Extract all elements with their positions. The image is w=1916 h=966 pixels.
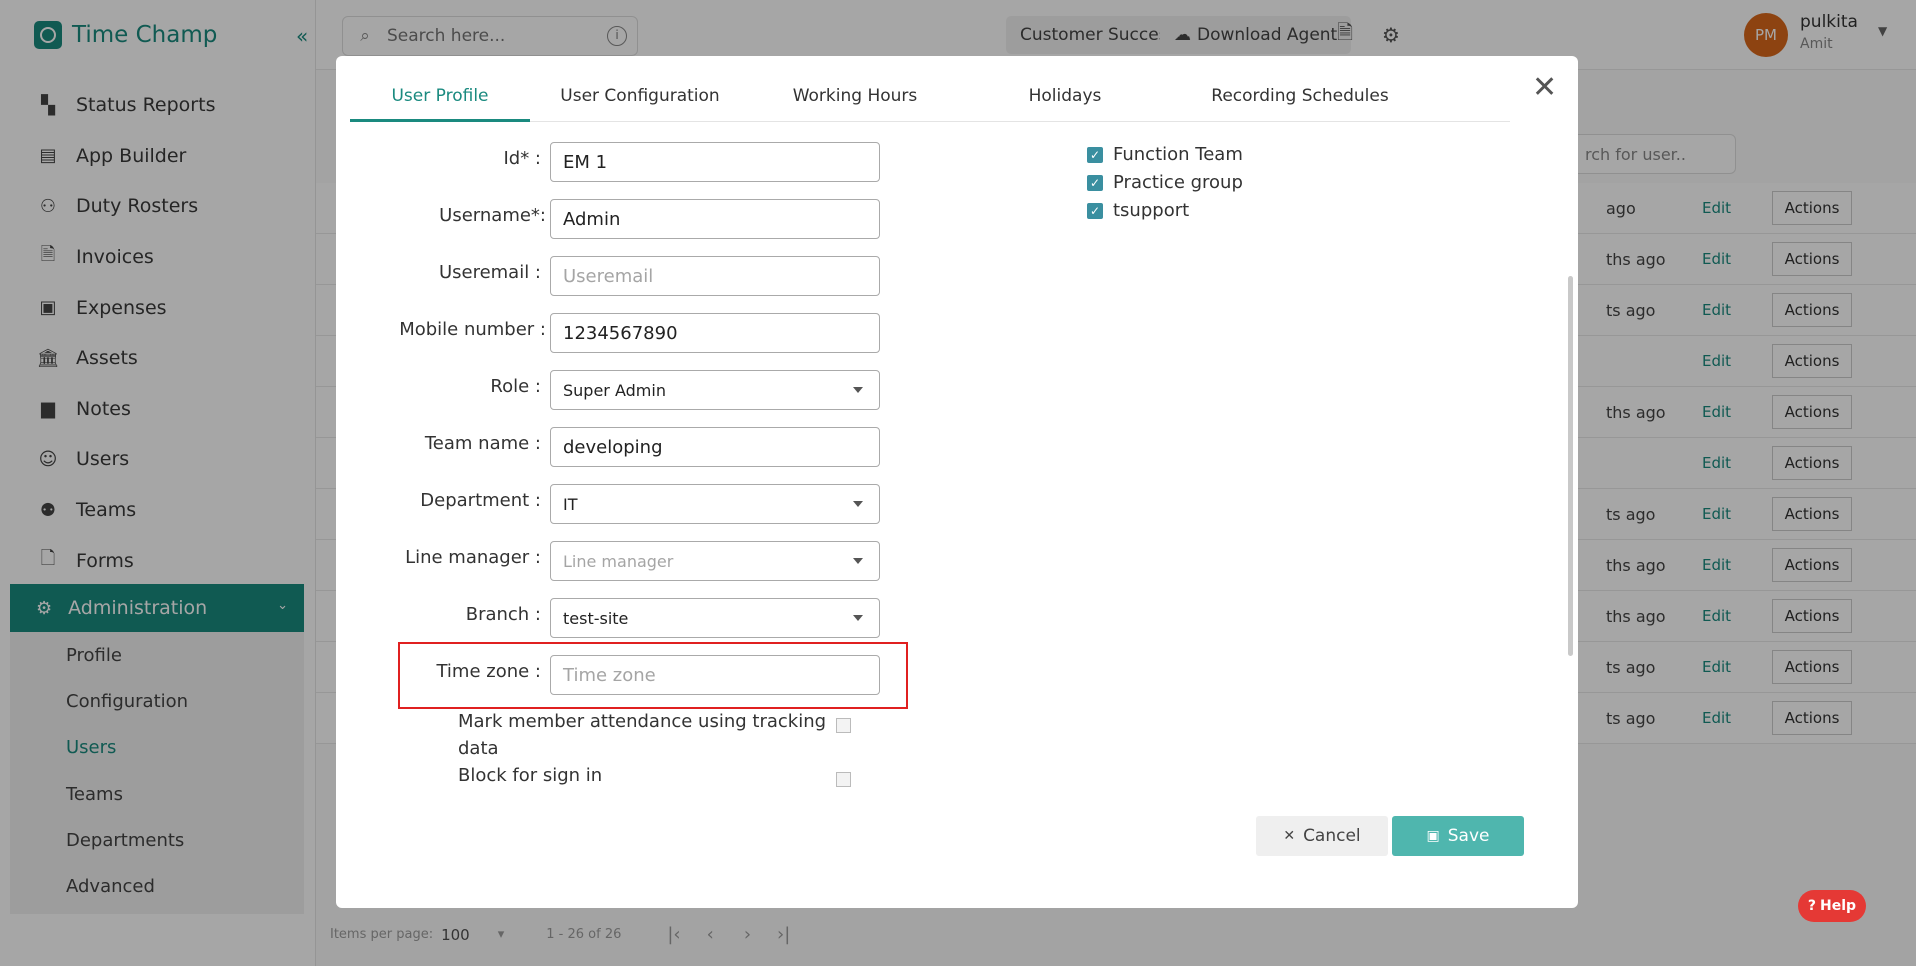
block-sign-in-label: Block for sign in [458, 765, 603, 786]
role-select[interactable]: Super Admin [550, 370, 880, 410]
time-zone-label: Time zone : [436, 661, 541, 682]
chevron-down-icon [853, 615, 863, 621]
cancel-label: Cancel [1303, 826, 1361, 846]
department-value: IT [563, 494, 578, 514]
close-icon[interactable]: ✕ [1532, 70, 1557, 105]
first-page-icon[interactable]: |‹ [667, 924, 680, 945]
help-icon: ? [1807, 898, 1817, 914]
chevron-down-icon [853, 558, 863, 564]
group-label: Practice group [1113, 172, 1243, 193]
tab-user-profile[interactable]: User Profile [350, 78, 530, 122]
username-input[interactable]: Admin [550, 199, 880, 239]
tab-holidays[interactable]: Holidays [960, 78, 1170, 122]
username-label: Username*: [439, 205, 546, 226]
page-range: 1 - 26 of 26 [546, 927, 622, 942]
app-root: Time Champ « ▚ Status Reports ▤ App Builde… [0, 0, 1916, 966]
modal-scrollbar[interactable] [1568, 276, 1573, 656]
useremail-input[interactable]: Useremail [550, 256, 880, 296]
mobile-number-input[interactable]: 1234567890 [550, 313, 880, 353]
group-label: tsupport [1113, 200, 1190, 221]
mark-attendance-line2: data [458, 738, 499, 759]
team-name-label: Team name : [424, 433, 541, 454]
block-sign-in-checkbox[interactable] [836, 772, 851, 787]
cancel-button[interactable]: ✕ Cancel [1256, 816, 1388, 856]
group-practice-group[interactable]: ✓ Practice group [1087, 172, 1243, 193]
useremail-label: Useremail : [438, 262, 541, 283]
role-label: Role : [490, 376, 541, 397]
branch-select[interactable]: test-site [550, 598, 880, 638]
mark-attendance-line1: Mark member attendance using tracking [458, 711, 827, 732]
team-name-input[interactable]: developing [550, 427, 880, 467]
checkbox-checked-icon[interactable]: ✓ [1087, 174, 1103, 191]
close-icon: ✕ [1283, 828, 1296, 844]
items-per-page-label: Items per page: [330, 927, 434, 942]
help-button[interactable]: ? Help [1798, 890, 1866, 922]
checkbox-checked-icon[interactable]: ✓ [1087, 202, 1103, 219]
dropdown-caret-icon: ▾ [497, 927, 505, 942]
group-tsupport[interactable]: ✓ tsupport [1087, 200, 1189, 221]
user-profile-modal: User Profile User Configuration Working … [336, 56, 1578, 908]
mark-attendance-checkbox[interactable] [836, 718, 851, 733]
save-label: Save [1447, 826, 1490, 846]
chevron-down-icon [853, 387, 863, 393]
prev-page-icon[interactable]: ‹ [707, 924, 714, 945]
tab-user-configuration[interactable]: User Configuration [530, 78, 750, 122]
mobile-number-label: Mobile number : [399, 319, 546, 340]
id-input[interactable]: EM 1 [550, 142, 880, 182]
group-label: Function Team [1113, 144, 1243, 165]
group-function-team[interactable]: ✓ Function Team [1087, 144, 1243, 165]
help-label: Help [1820, 898, 1857, 914]
branch-value: test-site [563, 608, 629, 628]
last-page-icon[interactable]: ›| [777, 924, 790, 945]
department-select[interactable]: IT [550, 484, 880, 524]
chevron-down-icon [853, 501, 863, 507]
mark-attendance-label: Mark member attendance using tracking da… [458, 708, 826, 762]
items-per-page-select[interactable]: 100 [441, 926, 470, 944]
floppy-disk-icon: ▣ [1426, 828, 1440, 844]
tab-recording-schedules[interactable]: Recording Schedules [1180, 78, 1420, 122]
id-label: Id* : [503, 148, 541, 169]
modal-tabs: User Profile User Configuration Working … [350, 78, 1510, 122]
pagination: Items per page: 100 ▾ 1 - 26 of 26 |‹ ‹ … [330, 924, 790, 945]
save-button[interactable]: ▣ Save [1392, 816, 1524, 856]
line-manager-label: Line manager : [405, 547, 541, 568]
line-manager-placeholder: Line manager [563, 551, 674, 571]
next-page-icon[interactable]: › [744, 924, 751, 945]
role-value: Super Admin [563, 380, 666, 400]
time-zone-input[interactable]: Time zone [550, 655, 880, 695]
checkbox-checked-icon[interactable]: ✓ [1087, 146, 1103, 163]
line-manager-select[interactable]: Line manager [550, 541, 880, 581]
branch-label: Branch : [465, 604, 541, 625]
tab-working-hours[interactable]: Working Hours [750, 78, 960, 122]
department-label: Department : [420, 490, 541, 511]
